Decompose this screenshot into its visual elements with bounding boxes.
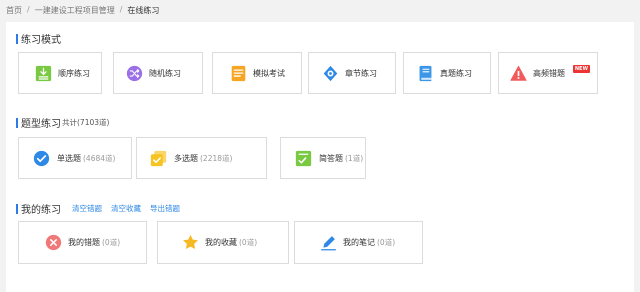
question-types-heading: 题型练习 共计(7103道): [16, 115, 109, 130]
question-count: (0道): [377, 238, 396, 247]
question-count: (0道): [102, 238, 121, 247]
book-icon: [417, 65, 434, 82]
shuffle-icon: [126, 65, 143, 82]
card-label: 简答题: [319, 153, 343, 163]
breadcrumb-home-link[interactable]: 首页: [6, 5, 22, 16]
chapter-target-icon: [322, 65, 339, 82]
card-label: 真题练习: [440, 68, 472, 78]
breadcrumb-separator: /: [27, 5, 30, 14]
check-circle-icon: [33, 150, 50, 167]
multi-check-icon: [150, 150, 167, 167]
card-label: 随机练习: [149, 68, 181, 78]
my-notes-button[interactable]: 我的笔记 (0道): [294, 221, 423, 264]
card-label: 我的收藏: [205, 238, 237, 247]
clear-mistakes-link[interactable]: 清空错题: [72, 203, 102, 214]
short-answer-icon: [295, 150, 312, 167]
frequent-mistakes-button[interactable]: 高频错题 NEW: [498, 52, 598, 94]
list-icon: [35, 65, 52, 82]
multiple-choice-button[interactable]: 多选题 (2218道): [136, 137, 267, 179]
card-label: 多选题: [174, 153, 198, 163]
past-exam-practice-button[interactable]: 真题练习: [403, 52, 491, 94]
card-label: 我的笔记: [343, 238, 375, 247]
short-answer-button[interactable]: 简答题 (1道): [280, 137, 366, 179]
card-label: 顺序练习: [58, 68, 90, 78]
question-count: (2218道): [200, 153, 233, 163]
breadcrumb: 首页 / 一建建设工程项目管理 / 在线练习: [6, 5, 159, 16]
sequential-practice-button[interactable]: 顺序练习: [18, 52, 102, 94]
card-label: 高频错题: [533, 68, 565, 78]
section-accent-bar: [16, 33, 18, 44]
pencil-icon: [320, 234, 337, 251]
breadcrumb-separator: /: [119, 5, 123, 14]
section-title: 练习模式: [21, 35, 61, 46]
section-title: 我的练习: [21, 205, 61, 216]
exam-paper-icon: [230, 65, 247, 82]
section-accent-bar: [16, 203, 18, 214]
question-count: (0道): [239, 238, 258, 247]
wrong-circle-icon: [45, 234, 62, 251]
clear-favorites-link[interactable]: 清空收藏: [111, 203, 141, 214]
card-label: 我的错题: [68, 238, 100, 247]
my-practice-actions: 清空错题 清空收藏 导出错题: [72, 203, 180, 214]
card-label: 章节练习: [345, 68, 377, 78]
question-count: (4684道): [83, 153, 116, 163]
card-label: 单选题: [57, 153, 81, 163]
total-question-count: 共计(7103道): [62, 118, 110, 127]
my-favorites-button[interactable]: 我的收藏 (0道): [157, 221, 289, 264]
practice-modes-heading: 练习模式: [16, 31, 61, 46]
breadcrumb-course-link[interactable]: 一建建设工程项目管理: [35, 5, 115, 16]
chapter-practice-button[interactable]: 章节练习: [308, 52, 396, 94]
star-icon: [182, 234, 199, 251]
my-mistakes-button[interactable]: 我的错题 (0道): [18, 221, 147, 264]
new-badge: NEW: [572, 65, 590, 73]
question-count: (1道): [345, 153, 364, 163]
export-mistakes-link[interactable]: 导出错题: [150, 203, 180, 214]
breadcrumb-current: 在线练习: [127, 6, 160, 15]
card-label: 模拟考试: [253, 68, 285, 78]
my-practice-heading: 我的练习 清空错题 清空收藏 导出错题: [16, 201, 180, 216]
warning-icon: [510, 65, 527, 82]
mock-exam-button[interactable]: 模拟考试: [212, 52, 302, 94]
practice-panel: 练习模式 顺序练习 随机练习 模拟考试 章节练习 真题练习 高频错题 NEW 题…: [6, 22, 634, 292]
random-practice-button[interactable]: 随机练习: [113, 52, 203, 94]
single-choice-button[interactable]: 单选题 (4684道): [18, 137, 132, 179]
section-accent-bar: [16, 117, 18, 128]
section-title: 题型练习: [21, 119, 61, 130]
